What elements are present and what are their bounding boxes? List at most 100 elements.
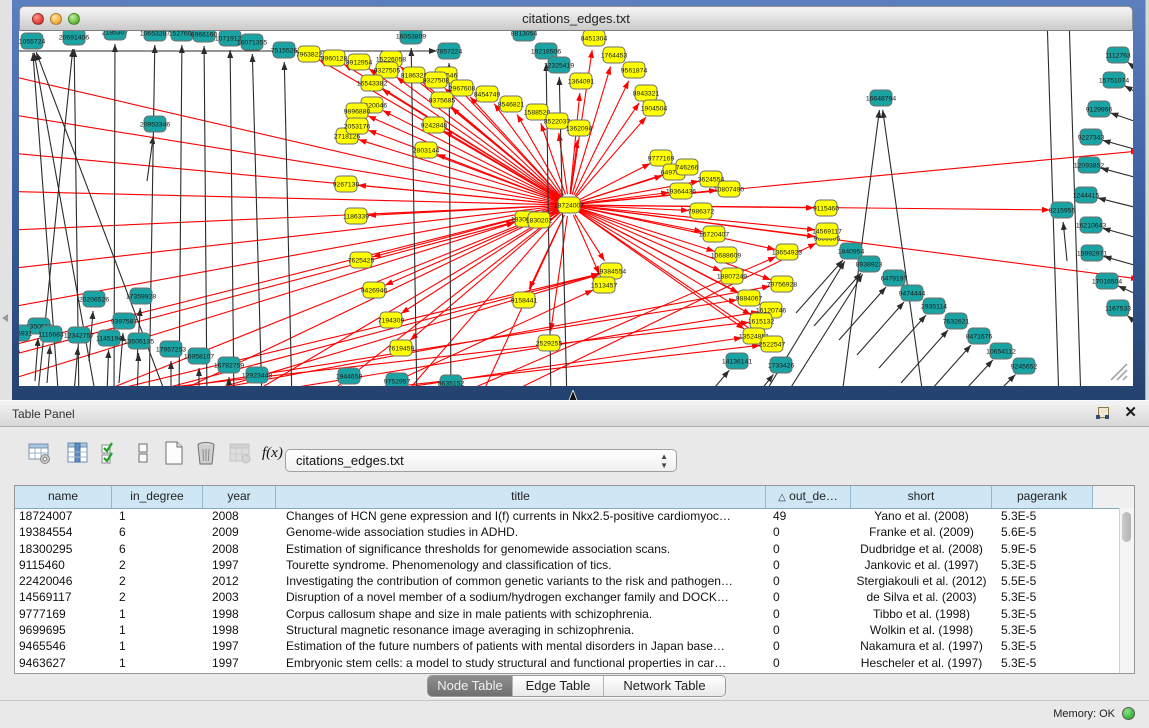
table-row[interactable]: 2242004622012Investigating the contribut… bbox=[15, 573, 1120, 589]
table-cell[interactable]: Yano et al. (2008) bbox=[851, 508, 992, 524]
table-cell[interactable]: 22420046 bbox=[15, 573, 112, 589]
table-cell[interactable]: 0 bbox=[766, 524, 851, 540]
table-cell[interactable]: 2003 bbox=[203, 589, 276, 605]
table-cell[interactable]: 2 bbox=[112, 557, 203, 573]
table-cell[interactable]: 5.3E-5 bbox=[992, 622, 1093, 638]
delete-icon[interactable] bbox=[194, 441, 220, 467]
table-cell[interactable]: Changes of HCN gene expression and I(f) … bbox=[276, 508, 766, 524]
table-cell[interactable]: 5.6E-5 bbox=[992, 524, 1093, 540]
column-header-title[interactable]: title bbox=[276, 486, 766, 508]
table-cell[interactable]: 1 bbox=[112, 508, 203, 524]
table-cell[interactable]: 0 bbox=[766, 541, 851, 557]
table-cell[interactable]: 1 bbox=[112, 638, 203, 654]
table-row[interactable]: 1872400712008Changes of HCN gene express… bbox=[15, 508, 1120, 524]
table-cell[interactable]: 1998 bbox=[203, 606, 276, 622]
table-cell[interactable]: 1 bbox=[112, 622, 203, 638]
table-cell[interactable]: 5.9E-5 bbox=[992, 541, 1093, 557]
table-cell[interactable]: Estimation of the future numbers of pati… bbox=[276, 638, 766, 654]
table-row[interactable]: 969969511998Structural magnetic resonanc… bbox=[15, 622, 1120, 638]
table-cell[interactable]: 5.3E-5 bbox=[992, 508, 1093, 524]
table-row[interactable]: 977716911998Corpus callosum shape and si… bbox=[15, 606, 1120, 622]
table-cell[interactable]: 18300295 bbox=[15, 541, 112, 557]
table-cell[interactable]: 9463627 bbox=[15, 655, 112, 671]
table-cell[interactable]: Jankovic et al. (1997) bbox=[851, 557, 992, 573]
float-panel-icon[interactable] bbox=[1096, 407, 1109, 420]
column-header-out_de[interactable]: △ out_de… bbox=[766, 486, 851, 508]
table-cell[interactable]: 5.3E-5 bbox=[992, 655, 1093, 671]
table-cell[interactable]: 9465546 bbox=[15, 638, 112, 654]
table-cell[interactable]: Franke et al. (2009) bbox=[851, 524, 992, 540]
vertical-scrollbar[interactable] bbox=[1119, 508, 1134, 673]
table-cell[interactable]: 0 bbox=[766, 606, 851, 622]
table-cell[interactable]: 49 bbox=[766, 508, 851, 524]
table-cell[interactable]: 2 bbox=[112, 573, 203, 589]
window-titlebar[interactable]: citations_edges.txt bbox=[19, 6, 1133, 31]
table-cell[interactable]: Structural magnetic resonance image aver… bbox=[276, 622, 766, 638]
table-cell[interactable]: 1997 bbox=[203, 557, 276, 573]
table-cell[interactable]: 0 bbox=[766, 589, 851, 605]
table-row[interactable]: 1456911722003Disruption of a novel membe… bbox=[15, 589, 1120, 605]
table-cell[interactable]: 2008 bbox=[203, 541, 276, 557]
table-cell[interactable]: 2012 bbox=[203, 573, 276, 589]
table-cell[interactable]: 1 bbox=[112, 655, 203, 671]
tab-edge-table[interactable]: Edge Table bbox=[513, 676, 604, 696]
table-row[interactable]: 946554611997Estimation of the future num… bbox=[15, 638, 1120, 654]
table-cell[interactable]: 5.3E-5 bbox=[992, 606, 1093, 622]
row-toggle-icon[interactable] bbox=[132, 441, 158, 467]
close-panel-icon[interactable]: ✕ bbox=[1124, 404, 1137, 422]
column-header-in_degree[interactable]: in_degree bbox=[112, 486, 203, 508]
panel-collapse-arrow-icon[interactable] bbox=[2, 314, 8, 322]
table-cell[interactable]: 9777169 bbox=[15, 606, 112, 622]
table-cell[interactable]: de Silva et al. (2003) bbox=[851, 589, 992, 605]
tab-node-table[interactable]: Node Table bbox=[428, 676, 513, 696]
scrollbar-thumb[interactable] bbox=[1122, 512, 1131, 542]
table-cell[interactable]: 1998 bbox=[203, 622, 276, 638]
table-source-combobox[interactable]: citations_edges.txt ▲▼ bbox=[285, 449, 677, 472]
table-row[interactable]: 946362711997Embryonic stem cells: a mode… bbox=[15, 655, 1120, 671]
table-cell[interactable]: 19384554 bbox=[15, 524, 112, 540]
column-header-year[interactable]: year bbox=[203, 486, 276, 508]
table-row[interactable]: 1830029562008Estimation of significance … bbox=[15, 541, 1120, 557]
table-cell[interactable]: 0 bbox=[766, 573, 851, 589]
table-cell[interactable]: Nakamura et al. (1997) bbox=[851, 638, 992, 654]
table-cell[interactable]: 0 bbox=[766, 655, 851, 671]
table-cell[interactable]: 1997 bbox=[203, 638, 276, 654]
table-cell[interactable]: Corpus callosum shape and size in male p… bbox=[276, 606, 766, 622]
table-cell[interactable]: Investigating the contribution of common… bbox=[276, 573, 766, 589]
network-canvas[interactable]: 1872400718300295977716964975687462663624… bbox=[19, 31, 1133, 386]
memory-status-icon[interactable] bbox=[1122, 707, 1135, 720]
table-cell[interactable]: 5.3E-5 bbox=[992, 638, 1093, 654]
table-cell[interactable]: 5.5E-5 bbox=[992, 573, 1093, 589]
table-cell[interactable]: 2 bbox=[112, 589, 203, 605]
column-select-icon[interactable] bbox=[66, 441, 92, 467]
table-panel-titlebar[interactable]: Table Panel ✕ bbox=[0, 400, 1149, 427]
table-cell[interactable]: 0 bbox=[766, 622, 851, 638]
table-cell[interactable]: 0 bbox=[766, 638, 851, 654]
table-cell[interactable]: Embryonic stem cells: a model to study s… bbox=[276, 655, 766, 671]
table-cell[interactable]: 6 bbox=[112, 541, 203, 557]
table-cell[interactable]: 5.3E-5 bbox=[992, 557, 1093, 573]
import-table-icon[interactable] bbox=[228, 441, 254, 467]
table-cell[interactable]: 0 bbox=[766, 557, 851, 573]
table-settings-icon[interactable] bbox=[28, 441, 54, 467]
table-cell[interactable]: Wolkin et al. (1998) bbox=[851, 622, 992, 638]
checklist-icon[interactable] bbox=[100, 441, 126, 467]
table-cell[interactable]: Genome-wide association studies in ADHD. bbox=[276, 524, 766, 540]
table-cell[interactable]: 9699695 bbox=[15, 622, 112, 638]
table-cell[interactable]: 18724007 bbox=[15, 508, 112, 524]
table-cell[interactable]: 2008 bbox=[203, 508, 276, 524]
column-header-pagerank[interactable]: pagerank bbox=[992, 486, 1093, 508]
table-cell[interactable]: Estimation of significance thresholds fo… bbox=[276, 541, 766, 557]
table-cell[interactable]: Tibbo et al. (1998) bbox=[851, 606, 992, 622]
table-row[interactable]: 911546021997Tourette syndrome. Phenomeno… bbox=[15, 557, 1120, 573]
new-table-icon[interactable] bbox=[162, 441, 188, 467]
column-header-short[interactable]: short bbox=[851, 486, 992, 508]
table-cell[interactable]: 14569117 bbox=[15, 589, 112, 605]
table-cell[interactable]: Dudbridge et al. (2008) bbox=[851, 541, 992, 557]
table-cell[interactable]: Hescheler et al. (1997) bbox=[851, 655, 992, 671]
canvas-resize-grip-icon[interactable] bbox=[1111, 364, 1127, 380]
table-cell[interactable]: 5.3E-5 bbox=[992, 589, 1093, 605]
table-cell[interactable]: 9115460 bbox=[15, 557, 112, 573]
table-cell[interactable]: 2009 bbox=[203, 524, 276, 540]
table-cell[interactable]: Tourette syndrome. Phenomenology and cla… bbox=[276, 557, 766, 573]
